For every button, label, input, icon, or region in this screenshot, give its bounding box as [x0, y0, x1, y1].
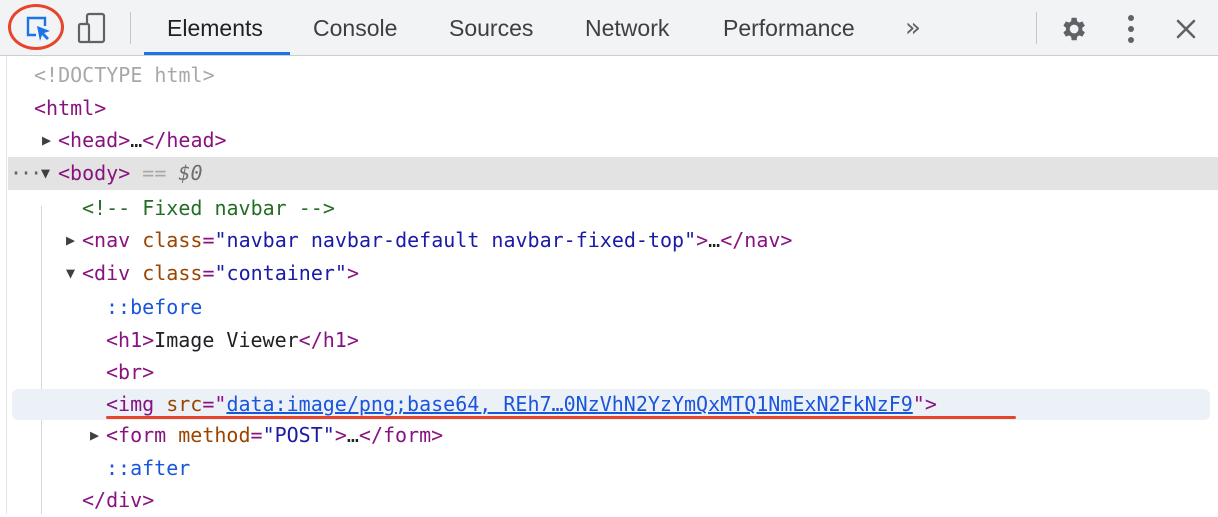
tree-node-doctype[interactable]: <!DOCTYPE html> [0, 59, 1218, 92]
tree-node-container[interactable]: ▼ <div class="container"> [0, 257, 1218, 290]
br-tag-text: <br> [106, 360, 155, 384]
device-toggle-icon [77, 12, 106, 44]
kebab-menu-icon [1128, 15, 1134, 43]
comment-text: <!-- Fixed navbar --> [82, 196, 335, 220]
expand-arrow-icon[interactable]: ▶ [66, 224, 75, 257]
tree-node-nav[interactable]: ▶ <nav class="navbar navbar-default navb… [0, 224, 1218, 257]
active-tab-indicator [144, 52, 290, 55]
tree-node-h1[interactable]: <h1>Image Viewer</h1> [0, 324, 1218, 357]
img-src-link[interactable]: data:image/png;base64, REh7…0NzVhN2YzYmQ… [226, 392, 912, 416]
inspect-element-button[interactable] [12, 8, 64, 48]
expand-arrow-icon[interactable]: ▶ [90, 419, 99, 452]
dom-tree: <!DOCTYPE html> <html> ▶ <head>…</head> … [0, 56, 1218, 514]
tree-node-container-close[interactable]: </div> [0, 484, 1218, 517]
tab-elements[interactable]: Elements [167, 0, 263, 56]
tree-node-form[interactable]: ▶ <form method="POST">…</form> [0, 419, 1218, 452]
node-actions-dots-icon[interactable]: ··· [10, 157, 42, 190]
devtools-toolbar: Elements Console Sources Network Perform… [0, 0, 1218, 56]
tree-node-comment[interactable]: <!-- Fixed navbar --> [0, 192, 1218, 225]
after-pseudo-text: ::after [106, 456, 191, 480]
device-toggle-button[interactable] [74, 10, 110, 46]
settings-gear-icon [1063, 17, 1085, 41]
doctype-text: <!DOCTYPE html> [34, 63, 215, 87]
tree-node-html[interactable]: <html> [0, 92, 1218, 125]
tree-node-after[interactable]: ::after [0, 452, 1218, 485]
tree-node-body-selected[interactable]: ··· ▼ <body> == $0 [8, 157, 1218, 190]
tab-sources[interactable]: Sources [449, 0, 533, 56]
toolbar-separator [130, 12, 131, 44]
html-open-tag: <html> [34, 96, 107, 120]
tab-console[interactable]: Console [313, 0, 397, 56]
tree-node-br[interactable]: <br> [0, 356, 1218, 389]
body-node-text: <body> == $0 [58, 161, 203, 185]
head-node-text: <head>…</head> [58, 128, 227, 152]
nav-node-text: <nav class="navbar navbar-default navbar… [82, 228, 793, 252]
close-icon [1176, 19, 1196, 39]
collapse-arrow-icon[interactable]: ▼ [41, 157, 50, 190]
inspect-element-icon [26, 16, 50, 41]
expand-arrow-icon[interactable]: ▶ [42, 124, 51, 157]
toolbar-separator [1036, 12, 1037, 44]
tab-performance[interactable]: Performance [723, 0, 855, 56]
close-devtools-button[interactable] [1170, 12, 1202, 46]
form-node-text: <form method="POST">…</form> [106, 423, 444, 447]
div-close-tag-text: </div> [82, 488, 155, 512]
settings-button[interactable] [1056, 12, 1090, 46]
tree-node-head[interactable]: ▶ <head>…</head> [0, 124, 1218, 157]
more-tabs-button[interactable]: » [900, 12, 926, 44]
collapse-arrow-icon[interactable]: ▼ [66, 257, 75, 290]
container-node-text: <div class="container"> [82, 261, 359, 285]
before-pseudo-text: ::before [106, 295, 203, 319]
tab-network[interactable]: Network [585, 0, 669, 56]
tree-node-before[interactable]: ::before [0, 291, 1218, 324]
h1-node-text: <h1>Image Viewer</h1> [106, 328, 359, 352]
more-options-button[interactable] [1118, 12, 1144, 46]
